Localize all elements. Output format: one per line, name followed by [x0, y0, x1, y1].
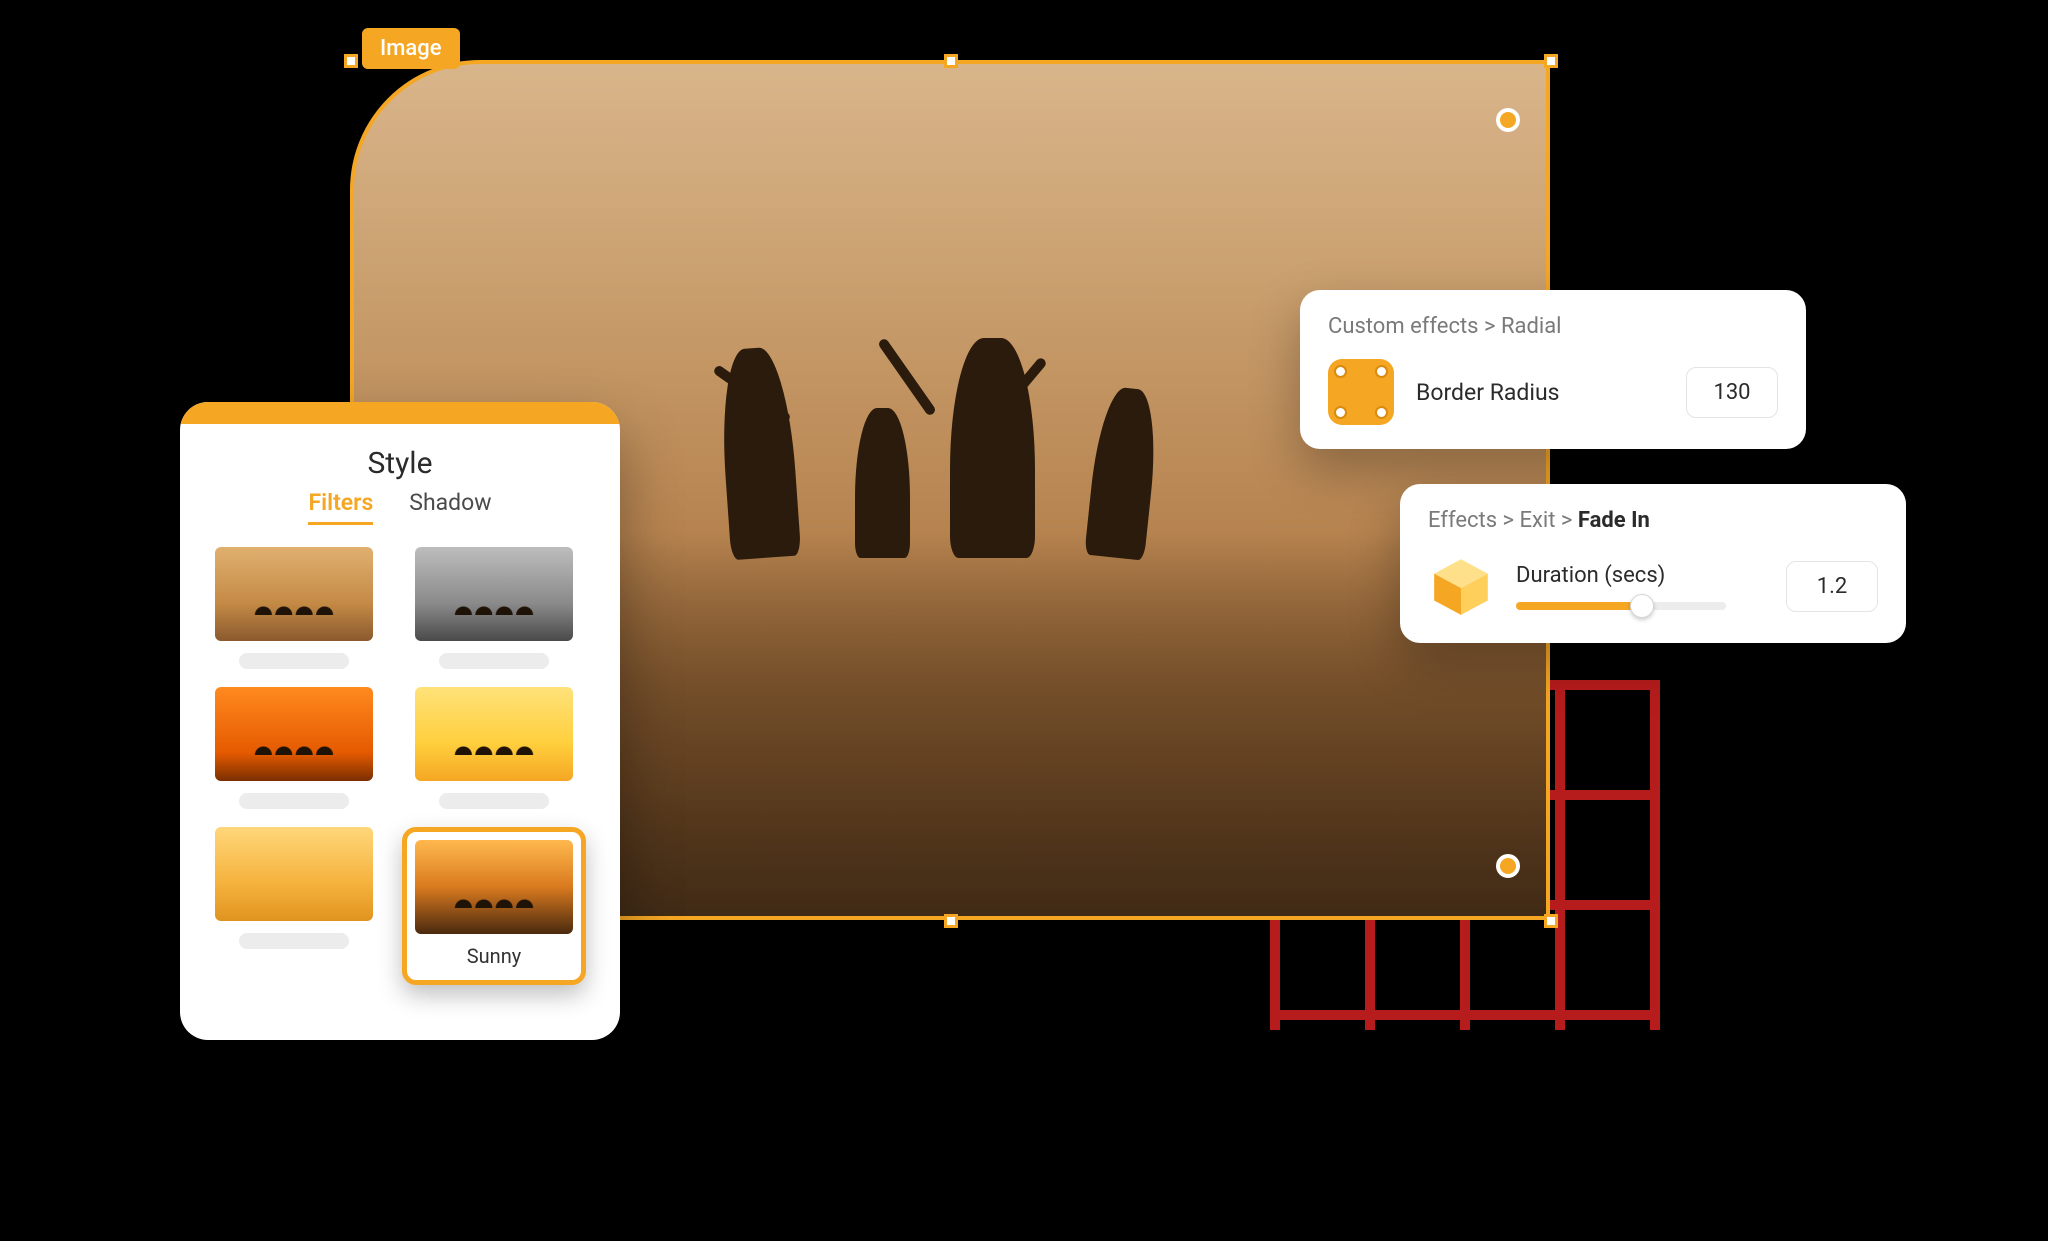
border-radius-label: Border Radius: [1416, 379, 1664, 406]
border-radius-value-input[interactable]: 130: [1686, 367, 1778, 418]
resize-handle-top-left[interactable]: [344, 54, 358, 68]
duration-slider[interactable]: [1516, 602, 1726, 610]
style-panel-title: Style: [180, 446, 620, 481]
border-radius-card: Custom effects > Radial Border Radius 13…: [1300, 290, 1806, 449]
style-tabs: Filters Shadow: [180, 489, 620, 525]
breadcrumb: Custom effects > Radial: [1328, 314, 1778, 339]
filters-grid: Sunny: [180, 537, 620, 985]
duration-value-input[interactable]: 1.2: [1786, 561, 1878, 612]
resize-handle-bottom-right[interactable]: [1544, 914, 1558, 928]
selection-type-tag: Image: [362, 28, 460, 69]
resize-handle-top-middle[interactable]: [944, 54, 958, 68]
resize-handle-bottom-middle[interactable]: [944, 914, 958, 928]
border-radius-icon: [1328, 359, 1394, 425]
filter-thumbnail[interactable]: [402, 687, 586, 809]
style-panel: Style Filters Shadow: [180, 402, 620, 1040]
radius-handle-top-right[interactable]: [1496, 108, 1520, 132]
tab-shadow[interactable]: Shadow: [409, 489, 491, 525]
radius-handle-bottom-right[interactable]: [1496, 854, 1520, 878]
filter-thumbnail[interactable]: [214, 827, 374, 985]
selected-filter-label: Sunny: [415, 934, 573, 980]
tab-filters[interactable]: Filters: [308, 489, 373, 525]
filter-thumbnail-selected[interactable]: Sunny: [402, 827, 586, 985]
duration-card: Effects > Exit > Fade In Duration (secs)…: [1400, 484, 1906, 643]
filter-thumbnail[interactable]: [402, 547, 586, 669]
duration-label: Duration (secs): [1516, 563, 1764, 588]
filter-thumbnail[interactable]: [214, 547, 374, 669]
filter-thumbnail[interactable]: [214, 687, 374, 809]
effect-cube-icon: [1428, 553, 1494, 619]
breadcrumb: Effects > Exit > Fade In: [1428, 508, 1878, 533]
style-panel-accent-bar: [180, 402, 620, 424]
resize-handle-top-right[interactable]: [1544, 54, 1558, 68]
